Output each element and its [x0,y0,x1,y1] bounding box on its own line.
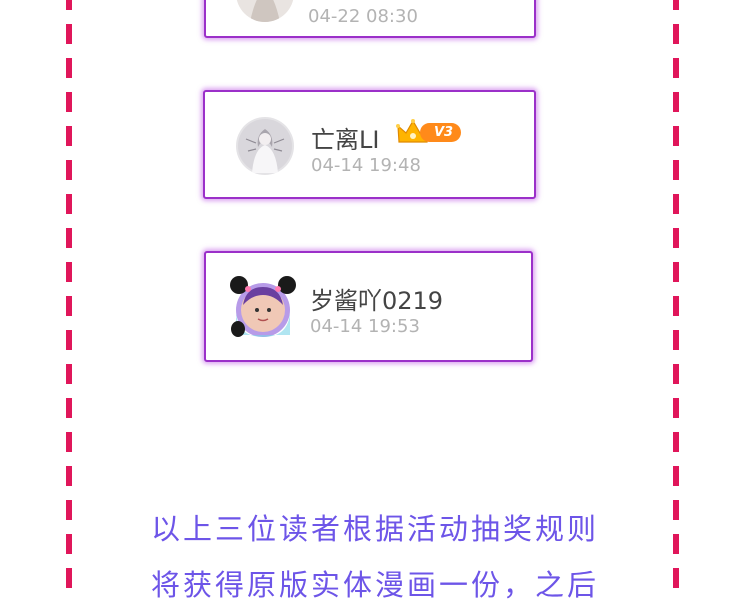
winner-time: 04-22 08:30 [308,6,418,27]
vip-level-label: V3 [420,122,462,142]
announcement-line-1: 以上三位读者根据活动抽奖规则 [150,512,599,546]
vip-badge: V3 [396,118,462,146]
winner-card-3: 岁酱吖0219 04-14 19:53 [204,251,533,362]
winner-card-2: 亡离LI V3 04-14 19:48 [203,90,536,199]
winner-time: 04-14 19:53 [310,316,420,337]
white-figure-avatar-icon [236,0,294,22]
winner-name: 岁酱吖0219 [310,287,444,315]
panda-frame-avatar-icon [230,276,296,337]
winner-name: 亡离LI [311,126,380,154]
white-figure-avatar-icon [236,117,294,175]
announcement-line-2: 将获得原版实体漫画一份，之后 [150,568,599,602]
winner-card-1: 04-22 08:30 [204,0,536,38]
winner-time: 04-14 19:48 [311,155,421,176]
